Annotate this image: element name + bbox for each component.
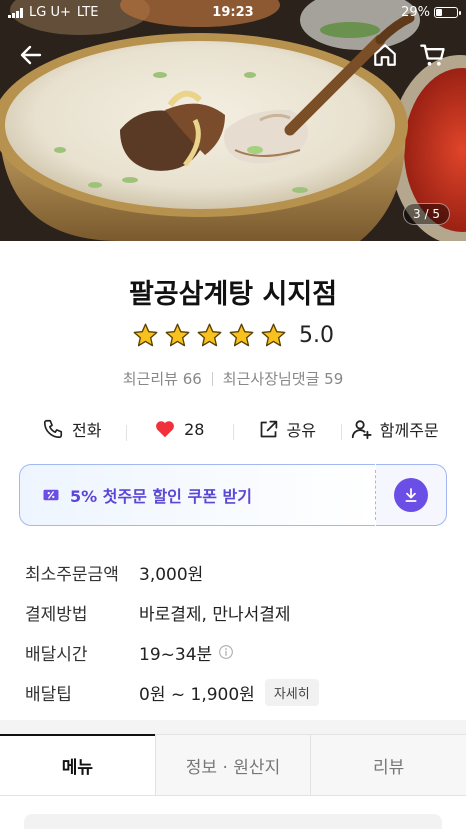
delivery-tip-label: 배달팁 <box>25 684 72 705</box>
home-button[interactable] <box>368 38 402 72</box>
info-row-delivery-time: 배달시간 19~34분 <box>25 632 445 672</box>
like-count: 28 <box>184 419 205 439</box>
owner-replies-count[interactable]: 최근사장님댓글 59 <box>223 368 343 389</box>
menu-search-bar[interactable] <box>24 814 442 829</box>
like-button[interactable]: 28 <box>125 418 234 441</box>
tab-reviews[interactable]: 리뷰 <box>310 734 466 795</box>
coupon-icon <box>43 489 59 501</box>
tab-menu[interactable]: 메뉴 <box>0 734 155 795</box>
share-icon <box>260 420 277 437</box>
photo-page-indicator: 3 / 5 <box>403 203 450 225</box>
info-row-payment: 결제방법 바로결제, 만나서결제 <box>25 592 445 632</box>
star-icon <box>165 323 190 347</box>
action-bar: 전화 28 공유 함께주문 <box>18 412 448 446</box>
battery-percent: 29% <box>401 5 430 20</box>
divider <box>211 371 213 386</box>
delivery-time-value: 19~34분 <box>139 644 213 665</box>
rating-value: 5.0 <box>299 323 334 348</box>
payment-label: 결제방법 <box>25 604 88 625</box>
coupon-download-button[interactable] <box>376 464 447 526</box>
coupon-label: 5% 첫주문 할인 쿠폰 받기 <box>70 487 252 506</box>
star-rating <box>132 322 287 349</box>
share-button[interactable]: 공유 <box>233 417 341 441</box>
payment-value: 바로결제, 만나서결제 <box>139 604 291 625</box>
star-icon <box>133 323 158 347</box>
tab-info-origin[interactable]: 정보 · 원산지 <box>154 734 311 795</box>
cart-button[interactable] <box>416 38 450 72</box>
star-icon <box>261 323 286 347</box>
download-circle <box>394 478 428 512</box>
cart-icon <box>420 44 445 66</box>
info-row-min-order: 최소주문금액 3,000원 <box>25 552 445 592</box>
recent-reviews-count[interactable]: 최근리뷰 66 <box>123 368 202 389</box>
group-order-button[interactable]: 함께주문 <box>340 417 449 441</box>
group-order-label: 함께주문 <box>379 421 439 440</box>
heart-icon <box>156 421 175 438</box>
info-row-delivery-tip: 배달팁 0원 ~ 1,900원 자세히 <box>25 672 445 712</box>
hero-photo-carousel[interactable]: LG U+ LTE 19:23 29% 3 / 5 <box>0 0 466 241</box>
rating: 5.0 <box>0 322 466 349</box>
call-label: 전화 <box>72 421 102 440</box>
share-label: 공유 <box>286 421 316 440</box>
back-arrow-icon <box>20 45 42 65</box>
delivery-tip-value: 0원 ~ 1,900원 <box>139 684 255 705</box>
star-icon <box>229 323 254 347</box>
delivery-tip-wrap: 0원 ~ 1,900원 자세히 <box>139 678 319 706</box>
section-divider <box>0 720 466 734</box>
star-icon <box>197 323 222 347</box>
delivery-time-label: 배달시간 <box>25 644 88 665</box>
min-order-label: 최소주문금액 <box>25 564 119 585</box>
info-icon[interactable] <box>218 644 234 660</box>
food-photo <box>0 0 466 241</box>
store-info: 최소주문금액 3,000원 결제방법 바로결제, 만나서결제 배달시간 19~3… <box>25 552 445 712</box>
call-button[interactable]: 전화 <box>18 417 126 441</box>
delivery-time-wrap: 19~34분 <box>139 640 234 665</box>
delivery-tip-detail-button[interactable]: 자세히 <box>264 678 319 706</box>
person-icon <box>351 420 372 440</box>
download-icon <box>405 488 417 502</box>
back-button[interactable] <box>14 38 48 72</box>
store-name: 팔공삼계탕 시지점 <box>128 279 338 310</box>
tab-bar: 메뉴 정보 · 원산지 리뷰 <box>0 734 466 796</box>
min-order-value: 3,000원 <box>139 564 204 585</box>
status-time: 19:23 <box>212 5 254 20</box>
coupon-main[interactable]: 5% 첫주문 할인 쿠폰 받기 <box>19 464 375 526</box>
status-bar: LG U+ LTE 19:23 29% <box>0 0 466 28</box>
battery-icon <box>434 7 461 18</box>
coupon-banner[interactable]: 5% 첫주문 할인 쿠폰 받기 <box>19 464 447 526</box>
review-counts: 최근리뷰 66 최근사장님댓글 59 <box>0 368 466 389</box>
home-icon <box>374 44 396 66</box>
status-right: 29% <box>401 5 461 20</box>
phone-icon <box>43 419 63 439</box>
